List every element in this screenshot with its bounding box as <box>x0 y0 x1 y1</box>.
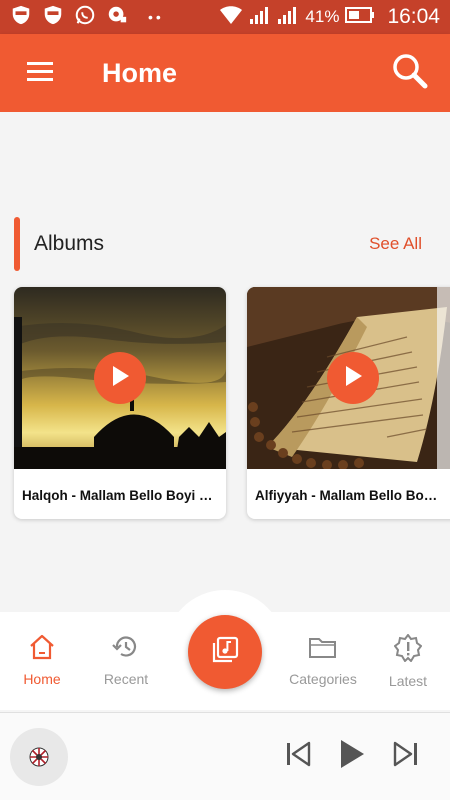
shield-icon <box>10 4 32 31</box>
play-icon <box>343 365 363 392</box>
next-track-button[interactable] <box>392 740 420 773</box>
nav-categories-label: Categories <box>289 671 357 687</box>
folder-icon <box>308 634 338 665</box>
album-card[interactable]: Alfiyyah - Mallam Bello Boyi ... <box>247 287 450 519</box>
battery-percent: 41% <box>305 7 340 26</box>
more-notifications-icon: •• <box>148 9 164 25</box>
shield-icon <box>42 4 64 31</box>
section-accent-bar <box>14 217 20 271</box>
home-icon <box>28 634 56 665</box>
nav-recent-label: Recent <box>103 671 149 687</box>
music-library-button[interactable] <box>188 615 262 689</box>
see-all-link[interactable]: See All <box>369 234 422 254</box>
play-album-button[interactable] <box>94 352 146 404</box>
signal-icon <box>249 5 271 30</box>
nav-categories[interactable]: Categories <box>281 612 365 710</box>
whatsapp-icon <box>74 4 96 31</box>
media-icon <box>106 4 128 31</box>
album-title: Alfiyyah - Mallam Bello Boyi ... <box>255 488 450 503</box>
search-icon <box>391 52 429 95</box>
content-area: Albums See All Halqoh - Mallam Bello Boy… <box>0 112 450 612</box>
now-playing-artwork[interactable] <box>10 727 68 786</box>
nav-latest-label: Latest <box>388 673 428 689</box>
nav-recent[interactable]: Recent <box>84 612 168 710</box>
play-icon <box>110 365 130 392</box>
play-album-button[interactable] <box>327 352 379 404</box>
mini-player <box>0 712 450 800</box>
search-button[interactable] <box>370 34 450 112</box>
previous-track-button[interactable] <box>284 740 312 773</box>
music-library-icon <box>211 636 239 669</box>
album-card[interactable]: Halqoh - Mallam Bello Boyi U... <box>14 287 226 519</box>
album-title: Halqoh - Mallam Bello Boyi U... <box>22 488 221 503</box>
nav-latest[interactable]: Latest <box>366 612 450 710</box>
app-bar: Home <box>0 34 450 112</box>
nav-home[interactable]: Home <box>0 612 84 710</box>
new-badge-icon <box>393 633 423 667</box>
clock: 16:04 <box>387 5 440 28</box>
wifi-icon <box>219 5 243 30</box>
nav-home-label: Home <box>23 671 61 687</box>
history-icon <box>112 634 140 665</box>
albums-section-header: Albums See All <box>0 216 450 272</box>
album-cover-image <box>247 287 450 469</box>
page-title: Home <box>102 57 178 88</box>
battery-icon <box>345 6 375 28</box>
play-button[interactable] <box>338 738 366 775</box>
status-bar: •• 41% 16:04 <box>0 0 450 34</box>
hamburger-icon <box>25 59 55 88</box>
signal-icon <box>277 5 299 30</box>
album-cover-image <box>14 287 226 469</box>
section-title: Albums <box>34 232 105 255</box>
menu-button[interactable] <box>0 34 80 112</box>
